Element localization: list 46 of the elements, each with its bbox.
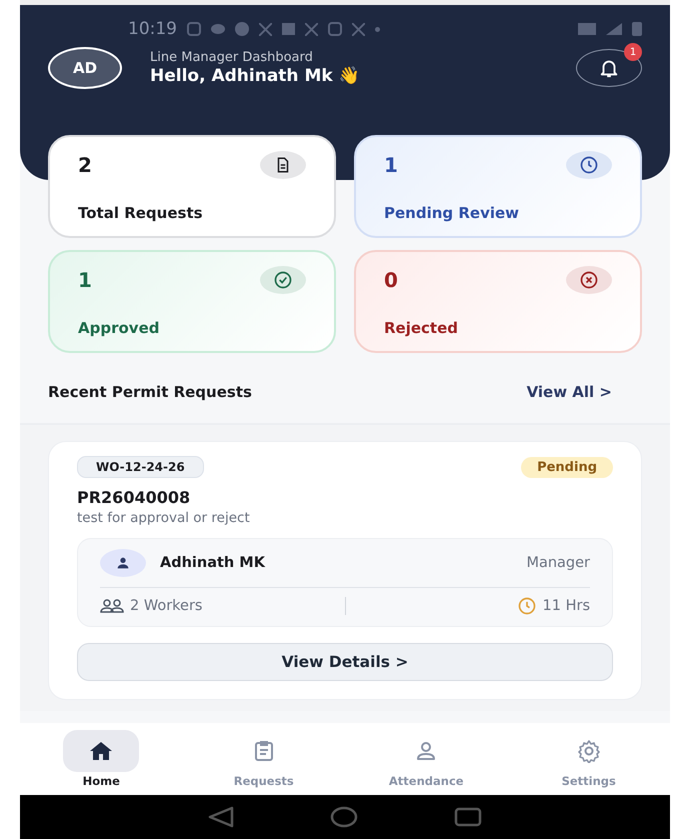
notification-badge: 1 (624, 43, 642, 61)
section-title: Recent Permit Requests (48, 383, 252, 401)
dashboard-subtitle: Line Manager Dashboard (150, 50, 314, 65)
view-all-link[interactable]: View All > (526, 383, 612, 401)
x-app-icon (259, 22, 272, 36)
person-icon (115, 555, 131, 571)
hours-count: 11 Hrs (542, 598, 590, 614)
stat-label: Approved (78, 319, 160, 337)
work-order-tag: WO-12-24-26 (77, 456, 204, 478)
person-role: Manager (526, 555, 590, 571)
status-badge: Pending (521, 456, 613, 478)
request-description: test for approval or reject (77, 510, 251, 526)
check-circle-icon (273, 270, 293, 290)
clock-icon (579, 155, 599, 175)
status-time: 10:19 (128, 19, 177, 39)
stat-label: Total Requests (78, 204, 204, 222)
stat-value: 0 (384, 268, 398, 292)
user-avatar[interactable]: AD (48, 47, 122, 89)
stat-label: Pending Review (384, 204, 520, 222)
gear-icon (576, 739, 601, 763)
x-app-icon (352, 22, 365, 36)
stat-card[interactable]: 1 Approved (48, 250, 336, 353)
clock-icon (516, 596, 537, 616)
signal-icon (606, 23, 622, 35)
stat-card[interactable]: 0 Rejected (354, 250, 642, 353)
recents-icon[interactable] (454, 807, 482, 827)
person-name: Adhinath MK (160, 555, 265, 571)
x-app-icon (305, 22, 318, 36)
back-icon[interactable] (208, 806, 234, 828)
nav-tab[interactable]: Home (41, 730, 162, 788)
stat-value: 1 (78, 268, 92, 292)
view-details-button[interactable]: View Details > (77, 643, 613, 681)
x-circle-icon (579, 270, 599, 290)
battery-icon (632, 22, 642, 36)
people-icon (100, 598, 124, 614)
home-circle-icon[interactable] (330, 806, 358, 828)
greeting-text: Hello, Adhinath Mk 👋 (150, 65, 360, 86)
workers-count: 2 Workers (130, 598, 202, 614)
stat-card[interactable]: 2 Total Requests (48, 135, 336, 238)
stat-value: 2 (78, 153, 92, 177)
home-icon (89, 740, 114, 762)
request-id: PR26040008 (77, 488, 192, 507)
stat-label: Rejected (384, 319, 460, 337)
stat-value: 1 (384, 153, 398, 177)
stat-card[interactable]: 1 Pending Review (354, 135, 642, 238)
dot-icon (375, 26, 380, 32)
